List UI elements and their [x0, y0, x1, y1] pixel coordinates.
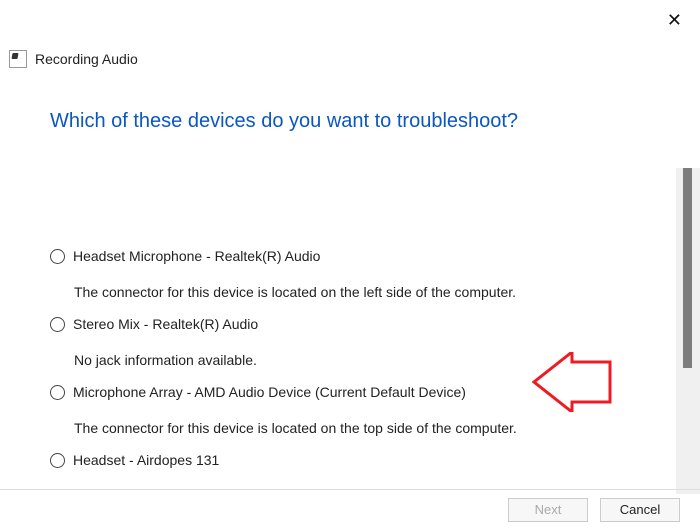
- device-option-stereo-mix[interactable]: Stereo Mix - Realtek(R) Audio: [50, 316, 672, 332]
- scrollbar[interactable]: [676, 168, 700, 494]
- recording-audio-icon: [9, 50, 27, 68]
- cancel-button[interactable]: Cancel: [600, 498, 680, 522]
- device-list: Headset Microphone - Realtek(R) Audio Th…: [50, 248, 672, 483]
- device-option-headset-microphone[interactable]: Headset Microphone - Realtek(R) Audio: [50, 248, 672, 264]
- device-option-microphone-array[interactable]: Microphone Array - AMD Audio Device (Cur…: [50, 384, 672, 400]
- device-option-headset-airdopes[interactable]: Headset - Airdopes 131: [50, 452, 672, 468]
- page-heading: Which of these devices do you want to tr…: [50, 110, 518, 133]
- button-bar: Next Cancel: [0, 489, 700, 529]
- close-button[interactable]: ✕: [667, 10, 682, 31]
- window-titlebar: Recording Audio: [9, 50, 138, 68]
- radio-icon[interactable]: [50, 453, 65, 468]
- device-label: Headset - Airdopes 131: [73, 452, 219, 468]
- scrollbar-thumb[interactable]: [683, 168, 692, 368]
- device-label: Stereo Mix - Realtek(R) Audio: [73, 316, 258, 332]
- device-description: No jack information available.: [74, 352, 672, 368]
- window-title: Recording Audio: [35, 51, 138, 67]
- radio-icon[interactable]: [50, 317, 65, 332]
- radio-icon[interactable]: [50, 385, 65, 400]
- device-description: The connector for this device is located…: [74, 284, 672, 300]
- device-description: The connector for this device is located…: [74, 420, 672, 436]
- device-label: Microphone Array - AMD Audio Device (Cur…: [73, 384, 466, 400]
- device-label: Headset Microphone - Realtek(R) Audio: [73, 248, 320, 264]
- radio-icon[interactable]: [50, 249, 65, 264]
- next-button: Next: [508, 498, 588, 522]
